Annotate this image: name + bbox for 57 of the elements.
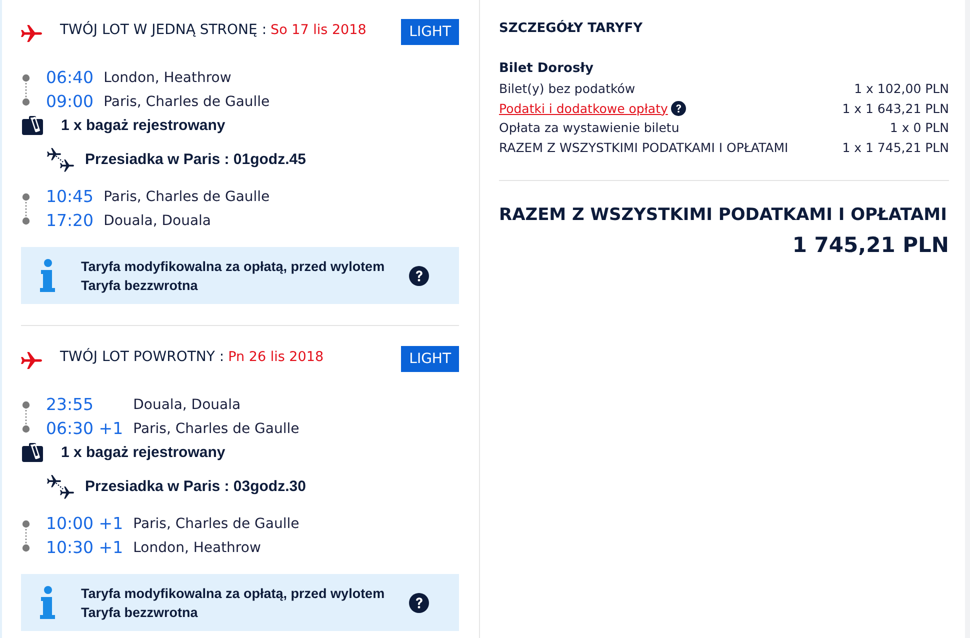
- info-icon: [40, 259, 55, 292]
- airport-name: Paris, Charles de Gaulle: [104, 93, 270, 112]
- flight-time: 17:20: [46, 210, 95, 232]
- flight-time: 10:00 +1: [46, 513, 124, 535]
- fare-note: Taryfa bezzwrotna: [81, 604, 199, 622]
- connecting-flights-icon: [46, 472, 76, 500]
- suitcase-icon: [22, 442, 43, 462]
- baggage-text: 1 x bagaż rejestrowany: [61, 444, 226, 460]
- flight-title: TWÓJ LOT POWROTNY :: [60, 349, 224, 365]
- fare-note: Taryfa modyfikowalna za opłatą, przed wylotem: [81, 584, 385, 602]
- fare-amount: 1 x 1 643,21 PLN: [842, 100, 949, 116]
- airplane-icon: [21, 352, 42, 369]
- flight-title: TWÓJ LOT W JEDNĄ STRONĘ :: [60, 22, 267, 38]
- airport-name: Paris, Charles de Gaulle: [133, 420, 300, 439]
- suitcase-icon: [22, 116, 43, 134]
- flight-time: 06:40: [46, 67, 95, 89]
- info-icon: [40, 586, 55, 619]
- airport-name: Douala, Douala: [133, 396, 241, 415]
- airport-name: London, Heathrow: [133, 539, 261, 558]
- fare-note: Taryfa bezzwrotna: [81, 276, 199, 294]
- fare-note: Taryfa modyfikowalna za opłatą, przed wylotem: [81, 258, 385, 276]
- total-label: RAZEM Z WSZYSTKIMI PODATKAMI I OPŁATAMI: [499, 204, 948, 227]
- airport-name: London, Heathrow: [104, 69, 232, 88]
- passenger-type: Bilet Dorosły: [499, 60, 594, 78]
- help-icon[interactable]: [409, 592, 429, 612]
- airport-name: Douala, Douala: [104, 212, 211, 231]
- flight-time: 10:30 +1: [46, 537, 124, 559]
- airport-name: Paris, Charles de Gaulle: [133, 515, 300, 534]
- total-price: 1 745,21 PLN: [792, 233, 949, 257]
- connection-text: Przesiadka w Paris : 01godz.45: [85, 150, 306, 168]
- fare-label: Bilet(y) bez podatków: [499, 81, 636, 96]
- fare-label: Opłata za wystawienie biletu: [499, 120, 680, 136]
- fare-badge: LIGHT: [401, 19, 459, 45]
- airplane-icon: [21, 25, 42, 42]
- help-icon[interactable]: [670, 100, 686, 116]
- fare-badge: LIGHT: [401, 346, 459, 372]
- connection-text: Przesiadka w Paris : 03godz.30: [85, 478, 306, 494]
- flight-time: 06:30 +1: [46, 418, 124, 440]
- fare-label: RAZEM Z WSZYSTKIMI PODATKAMI I OPŁATAMI: [499, 140, 788, 155]
- flight-time: 10:45: [46, 186, 95, 208]
- connecting-flights-icon: [46, 146, 76, 172]
- fare-amount: 1 x 1 745,21 PLN: [842, 140, 949, 155]
- fare-amount: 1 x 102,00 PLN: [854, 81, 949, 96]
- baggage-text: 1 x bagaż rejestrowany: [61, 116, 226, 134]
- route-line-drawing: [22, 74, 30, 106]
- taxes-link[interactable]: Podatki i dodatkowe opłaty: [499, 100, 668, 116]
- fare-amount: 1 x 0 PLN: [890, 120, 949, 136]
- flight-date: So 17 lis 2018: [270, 22, 366, 38]
- flight-time: 09:00: [46, 91, 95, 113]
- route-line-drawing: [22, 520, 30, 552]
- airport-name: Paris, Charles de Gaulle: [104, 188, 270, 207]
- help-icon[interactable]: [409, 266, 429, 286]
- flight-date: Pn 26 lis 2018: [228, 349, 324, 365]
- route-line-drawing: [22, 401, 30, 433]
- flight-time: 23:55: [46, 394, 95, 416]
- fare-details-title: SZCZEGÓŁY TARYFY: [499, 19, 644, 38]
- route-line-drawing: [22, 193, 30, 225]
